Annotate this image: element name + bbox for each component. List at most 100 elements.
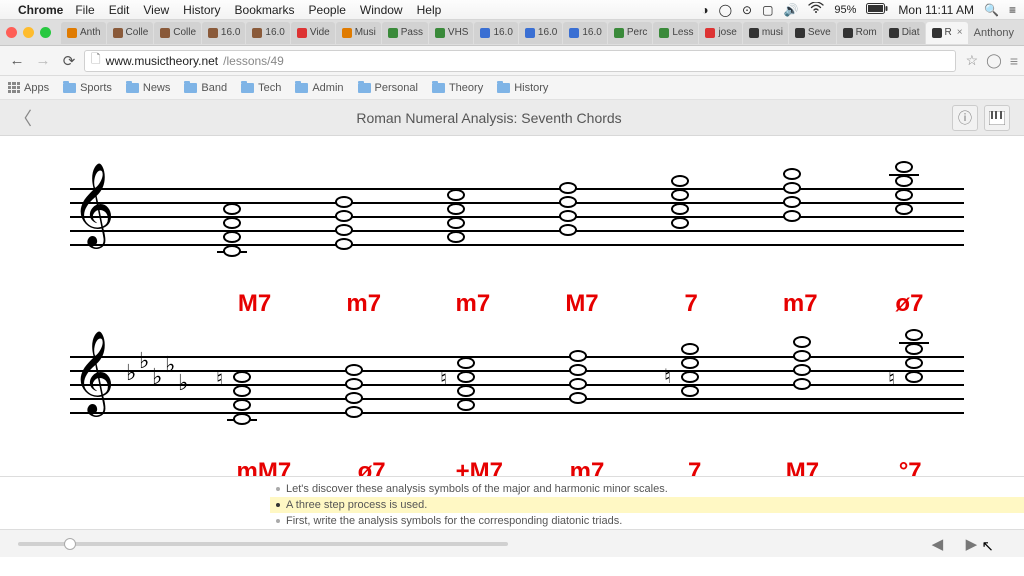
tab[interactable]: Musi <box>336 22 381 44</box>
address-bar[interactable]: 🗋 www.musictheory.net/lessons/49 <box>84 50 956 72</box>
tab[interactable]: 16.0 <box>474 22 517 44</box>
folder-icon <box>432 83 445 93</box>
tab[interactable]: 16.0 <box>563 22 606 44</box>
lesson-content: 𝄞 M7 m7 m7 M7 7 m7 ø7 <box>0 136 1024 476</box>
battery-status[interactable]: 95% <box>834 4 856 16</box>
menu-edit[interactable]: Edit <box>109 3 130 17</box>
spotlight-icon[interactable]: 🔍 <box>984 3 999 17</box>
flat-icon: ♭ <box>139 348 149 374</box>
bookmark-folder[interactable]: History <box>497 82 548 94</box>
chord-label: 7 <box>637 290 746 318</box>
status-icon[interactable]: ◑ <box>701 3 708 17</box>
bookmark-folder[interactable]: Sports <box>63 82 112 94</box>
progress-thumb[interactable] <box>64 538 76 550</box>
transcript-line[interactable]: First, write the analysis symbols for th… <box>270 513 1024 529</box>
tab[interactable]: Diat <box>883 22 925 44</box>
reload-button[interactable]: ⟳ <box>58 50 80 72</box>
tab[interactable]: jose <box>699 22 741 44</box>
lesson-back-button[interactable]: 〈 <box>14 105 32 131</box>
bookmarks-bar: Apps Sports News Band Tech Admin Persona… <box>0 76 1024 100</box>
tab[interactable]: Anth <box>61 22 106 44</box>
info-button[interactable]: ⓘ <box>952 105 978 131</box>
tab[interactable]: Pass <box>382 22 428 44</box>
close-window[interactable] <box>6 27 17 38</box>
folder-icon <box>184 83 197 93</box>
staff-major: 𝄞 <box>70 156 964 266</box>
tabs: Anth Colle Colle 16.0 16.0 Vide Musi Pas… <box>61 22 968 44</box>
status-icon[interactable]: ⊙ <box>742 3 752 17</box>
transcript[interactable]: Let's discover these analysis symbols of… <box>0 476 1024 529</box>
page-icon: 🗋 <box>91 50 101 71</box>
tab-active[interactable]: R× <box>926 22 968 44</box>
tab[interactable]: Rom <box>837 22 882 44</box>
menu-history[interactable]: History <box>183 3 220 17</box>
bookmark-folder[interactable]: Band <box>184 82 227 94</box>
flat-icon: ♭ <box>178 370 188 396</box>
menu-help[interactable]: Help <box>417 3 442 17</box>
menu-bookmarks[interactable]: Bookmarks <box>235 3 295 17</box>
natural-icon: ♮ <box>664 364 671 389</box>
folder-icon <box>126 83 139 93</box>
tab[interactable]: musi <box>743 22 788 44</box>
url-path: /lessons/49 <box>223 54 284 68</box>
menu-people[interactable]: People <box>309 3 346 17</box>
profile-name[interactable]: Anthony <box>974 27 1014 39</box>
natural-icon: ♮ <box>888 366 895 391</box>
menu-window[interactable]: Window <box>360 3 403 17</box>
tab[interactable]: Vide <box>291 22 335 44</box>
tab[interactable]: 16.0 <box>202 22 245 44</box>
clock[interactable]: Mon 11:11 AM <box>898 3 974 17</box>
apps-icon <box>8 82 20 94</box>
status-icon[interactable]: ◯ <box>719 3 732 17</box>
tab[interactable]: Colle <box>107 22 154 44</box>
next-button[interactable]: ▶ <box>959 535 983 553</box>
tab[interactable]: Less <box>653 22 698 44</box>
tab[interactable]: 16.0 <box>519 22 562 44</box>
flat-icon: ♭ <box>126 360 136 386</box>
chord-label: 7 <box>641 458 749 476</box>
menu-view[interactable]: View <box>143 3 169 17</box>
chord-label: M7 <box>527 290 636 318</box>
back-button[interactable]: ← <box>6 50 28 72</box>
tab[interactable]: Perc <box>608 22 653 44</box>
cursor-icon: ↖ <box>981 537 994 555</box>
chrome-toolbar: ← → ⟳ 🗋 www.musictheory.net/lessons/49 ☆… <box>0 46 1024 76</box>
folder-icon <box>63 83 76 93</box>
menu-file[interactable]: File <box>75 3 94 17</box>
chord-label: mM7 <box>210 458 318 476</box>
extension-icon[interactable]: ◯ <box>986 52 1002 69</box>
maximize-window[interactable] <box>40 27 51 38</box>
piano-button[interactable] <box>984 105 1010 131</box>
battery-icon[interactable] <box>866 3 888 17</box>
bookmark-folder[interactable]: Admin <box>295 82 343 94</box>
app-name[interactable]: Chrome <box>18 3 63 17</box>
bookmark-star-icon[interactable]: ☆ <box>966 52 979 69</box>
close-icon[interactable]: × <box>957 27 963 38</box>
tab[interactable]: Colle <box>154 22 201 44</box>
wifi-icon[interactable] <box>808 2 824 17</box>
folder-icon <box>358 83 371 93</box>
menu-icon[interactable]: ≡ <box>1009 3 1016 17</box>
chord-label: m7 <box>746 290 855 318</box>
minimize-window[interactable] <box>23 27 34 38</box>
chord-label: m7 <box>309 290 418 318</box>
transcript-line[interactable]: Let's discover these analysis symbols of… <box>270 481 1024 497</box>
apps-button[interactable]: Apps <box>8 82 49 94</box>
folder-icon <box>241 83 254 93</box>
display-icon[interactable]: ▢ <box>762 3 773 17</box>
tab[interactable]: Seve <box>789 22 836 44</box>
chrome-menu-icon[interactable]: ≡ <box>1010 53 1018 69</box>
tab[interactable]: VHS <box>429 22 474 44</box>
transcript-line-active[interactable]: A three step process is used. <box>270 497 1024 513</box>
chrome-tabstrip: Anth Colle Colle 16.0 16.0 Vide Musi Pas… <box>0 20 1024 46</box>
bookmark-folder[interactable]: News <box>126 82 171 94</box>
flat-icon: ♭ <box>152 364 162 390</box>
chord-label: M7 <box>749 458 857 476</box>
volume-icon[interactable]: 🔊 <box>783 3 798 17</box>
bookmark-folder[interactable]: Tech <box>241 82 281 94</box>
progress-slider[interactable] <box>18 542 508 546</box>
tab[interactable]: 16.0 <box>246 22 289 44</box>
prev-button[interactable]: ◀ <box>925 535 949 553</box>
bookmark-folder[interactable]: Personal <box>358 82 418 94</box>
bookmark-folder[interactable]: Theory <box>432 82 483 94</box>
